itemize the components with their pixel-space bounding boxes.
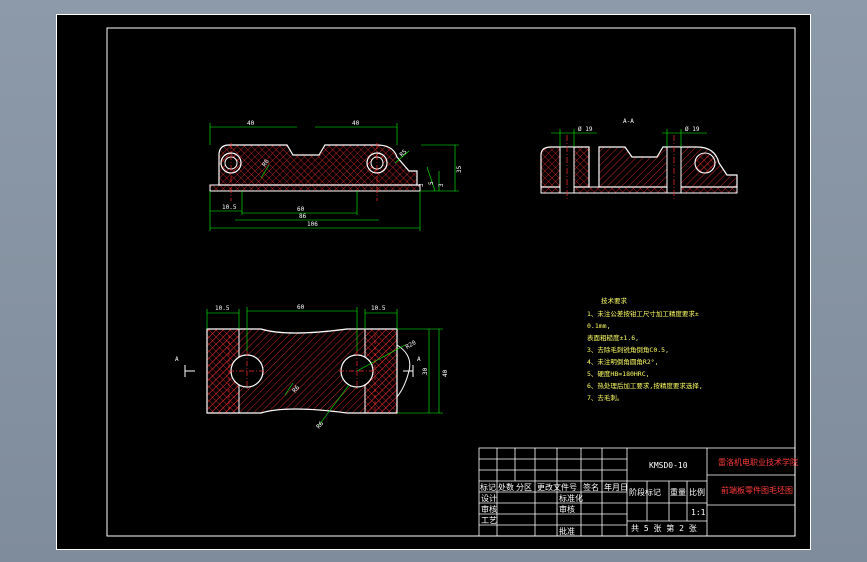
notes-title: 技术要求	[601, 296, 628, 305]
hdr-change-doc: 更改文件号	[537, 482, 577, 492]
row-design: 设计	[481, 493, 497, 503]
drawing-number: KMSD0-10	[649, 461, 688, 470]
top-dim-r20: R20	[405, 339, 418, 351]
note-5: 4、未注明倒角圆角R2°,	[587, 357, 659, 366]
technical-notes: 技术要求 1、未注公差按钳工尺寸加工精度要求± 0.1mm, 表面粗糙度±1.6…	[587, 296, 703, 402]
hdr-sign: 签名	[583, 482, 599, 492]
note-8: 7、去毛刺。	[587, 393, 623, 402]
front-dim-86: 86	[299, 213, 307, 220]
note-4: 3、去除毛刺锐角倒角C0.5,	[587, 345, 669, 354]
top-dim-10-5-right: 10.5	[371, 305, 386, 312]
top-view: 10.5 60 10.5 R20 R6 R6 30 40 A A	[175, 304, 449, 430]
front-dim-106: 106	[307, 221, 318, 228]
front-dim-3b: 3	[438, 183, 445, 187]
front-dim-10-5: 10.5	[222, 204, 237, 211]
front-dim-60: 60	[297, 206, 305, 213]
row-approve: 批准	[559, 526, 575, 536]
front-dim-3a: 3	[418, 183, 425, 187]
note-7: 6、热处理后加工要求,按精度要求选择,	[587, 381, 703, 390]
top-dim-30: 30	[422, 367, 429, 375]
section-view: Ø 19 Ø 19 A-A	[540, 118, 738, 201]
note-6: 5、硬度HB=180HRC,	[587, 369, 650, 378]
scale-value: 1:1	[691, 508, 706, 517]
stage-mark-label: 阶段标记	[629, 487, 661, 497]
section-mark-left: A	[175, 356, 179, 363]
hdr-count: 处数	[498, 482, 514, 492]
front-dim-5: 5	[428, 181, 435, 185]
top-dim-40: 40	[442, 369, 449, 377]
section-mark-right: A	[417, 356, 421, 363]
cad-drawing: 40 40 R6 R5 10.5 60 86 106 3 5 3 35 Ø 19…	[106, 27, 798, 537]
section-label: A-A	[623, 118, 634, 125]
row-check: 审核	[481, 504, 497, 514]
school-name: 雷洛机电职业技术学院	[718, 457, 798, 467]
title-block: KMSD0-10 雷洛机电职业技术学院 前端板零件图毛坯图 标记 处数 分区 更…	[478, 447, 798, 537]
hdr-date: 年月日	[604, 482, 628, 492]
section-dim-dia-left: Ø 19	[578, 126, 593, 133]
note-1: 1、未注公差按钳工尺寸加工精度要求±	[587, 309, 699, 318]
sheet-info: 共 5 张 第 2 张	[631, 523, 697, 533]
weight-label: 重量	[670, 487, 686, 497]
front-dim-35: 35	[456, 165, 463, 173]
section-dim-dia-right: Ø 19	[685, 126, 700, 133]
inner-frame	[106, 27, 796, 537]
front-dim-r5: R5	[398, 148, 408, 158]
row-process: 工艺	[481, 516, 497, 525]
top-dim-10-5-left: 10.5	[215, 305, 230, 312]
top-dim-60: 60	[297, 304, 305, 311]
note-3: 表面粗糙度±1.6,	[587, 333, 639, 342]
hdr-zone: 分区	[516, 483, 532, 492]
front-dim-right: 40	[352, 120, 360, 127]
note-2: 0.1mm,	[587, 322, 610, 330]
part-name: 前端板零件图毛坯图	[721, 485, 793, 495]
row-standardize: 标准化	[559, 493, 583, 503]
hdr-mark: 标记	[480, 482, 496, 492]
section-arrow-left	[184, 365, 195, 377]
top-dim-r6a: R6	[315, 420, 325, 430]
row-review: 审核	[559, 504, 575, 514]
front-view: 40 40 R6 R5 10.5 60 86 106 3 5 3 35	[209, 120, 463, 231]
drawing-sheet: 40 40 R6 R5 10.5 60 86 106 3 5 3 35 Ø 19…	[56, 14, 811, 550]
scale-label: 比例	[689, 487, 705, 497]
front-dim-left: 40	[247, 120, 255, 127]
